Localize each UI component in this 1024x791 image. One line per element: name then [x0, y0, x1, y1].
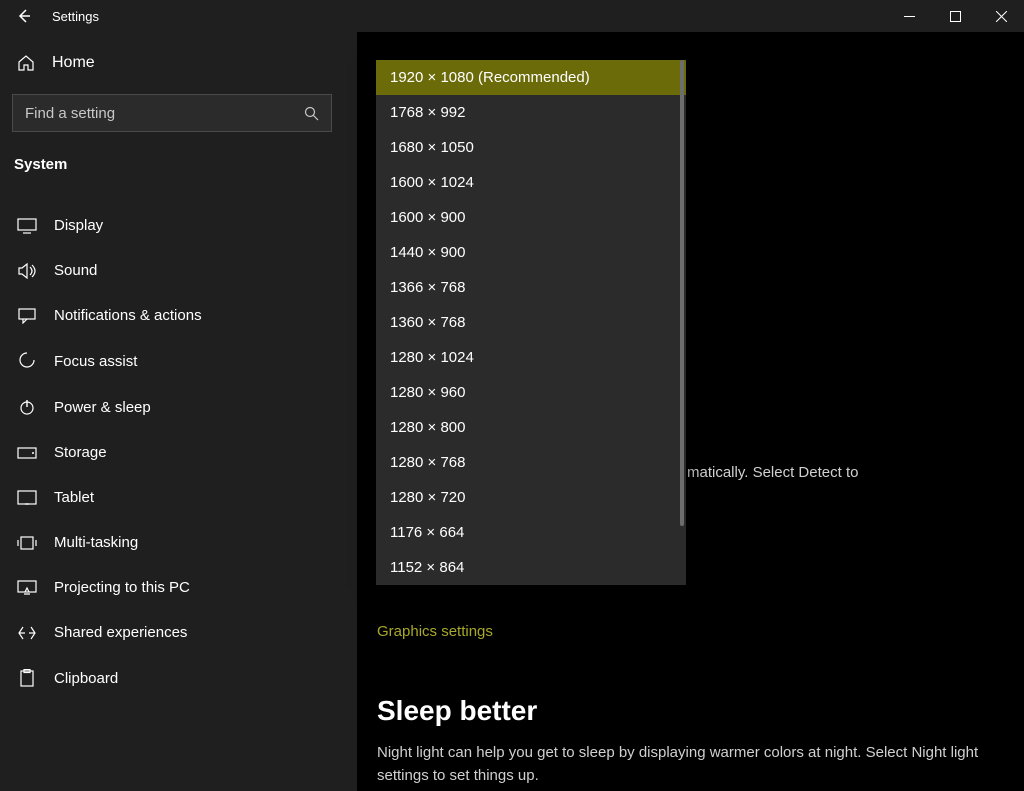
- resolution-option[interactable]: 1176 × 664: [376, 515, 686, 550]
- resolution-option[interactable]: 1366 × 768: [376, 270, 686, 305]
- sidebar-item-tablet[interactable]: Tablet: [12, 475, 357, 520]
- back-button[interactable]: [0, 8, 48, 24]
- sidebar-item-projecting[interactable]: Projecting to this PC: [12, 565, 357, 610]
- sidebar-item-multitasking[interactable]: Multi-tasking: [12, 520, 357, 565]
- resolution-option[interactable]: 1280 × 768: [376, 445, 686, 480]
- sidebar-item-sound[interactable]: Sound: [12, 248, 357, 293]
- home-icon: [16, 54, 36, 72]
- resolution-option[interactable]: 1280 × 960: [376, 375, 686, 410]
- window-title: Settings: [48, 9, 99, 24]
- resolution-option[interactable]: 1920 × 1080 (Recommended): [376, 60, 686, 95]
- resolution-option[interactable]: 1360 × 768: [376, 305, 686, 340]
- resolution-dropdown[interactable]: 1920 × 1080 (Recommended) 1768 × 992 168…: [376, 60, 686, 585]
- projecting-icon: [16, 580, 38, 596]
- sidebar-item-label: Display: [54, 217, 103, 234]
- power-icon: [16, 398, 38, 416]
- sidebar-item-label: Clipboard: [54, 670, 118, 687]
- sidebar: Home Find a setting System Display Sound…: [0, 32, 357, 791]
- sidebar-item-label: Multi-tasking: [54, 534, 138, 551]
- clipboard-icon: [16, 669, 38, 687]
- sidebar-item-clipboard[interactable]: Clipboard: [12, 655, 357, 701]
- display-icon: [16, 218, 38, 234]
- titlebar: Settings: [0, 0, 1024, 32]
- search-input[interactable]: Find a setting: [12, 94, 332, 132]
- notifications-icon: [16, 308, 38, 324]
- sidebar-item-power[interactable]: Power & sleep: [12, 384, 357, 430]
- resolution-option[interactable]: 1280 × 1024: [376, 340, 686, 375]
- maximize-button[interactable]: [932, 0, 978, 32]
- search-placeholder: Find a setting: [25, 105, 115, 122]
- sidebar-item-label: Storage: [54, 444, 107, 461]
- minimize-icon: [904, 11, 915, 22]
- sidebar-item-label: Tablet: [54, 489, 94, 506]
- storage-icon: [16, 447, 38, 459]
- sidebar-item-display[interactable]: Display: [12, 203, 357, 248]
- minimize-button[interactable]: [886, 0, 932, 32]
- shared-icon: [16, 625, 38, 641]
- sidebar-item-label: Power & sleep: [54, 399, 151, 416]
- resolution-option[interactable]: 1600 × 900: [376, 200, 686, 235]
- window-controls: [886, 0, 1024, 32]
- tablet-icon: [16, 490, 38, 506]
- sound-icon: [16, 263, 38, 279]
- detect-text-tail: matically. Select Detect to: [687, 462, 858, 485]
- sidebar-item-label: Focus assist: [54, 353, 137, 370]
- multitasking-icon: [16, 536, 38, 550]
- sidebar-item-label: Sound: [54, 262, 97, 279]
- resolution-option[interactable]: 1680 × 1050: [376, 130, 686, 165]
- sleep-better-body: Night light can help you get to sleep by…: [377, 741, 1004, 788]
- home-label: Home: [52, 54, 95, 72]
- close-icon: [996, 11, 1007, 22]
- graphics-settings-link[interactable]: Graphics settings: [377, 623, 493, 640]
- search-icon: [304, 106, 319, 121]
- resolution-option[interactable]: 1768 × 992: [376, 95, 686, 130]
- sleep-better-title: Sleep better: [377, 695, 1004, 727]
- sidebar-item-storage[interactable]: Storage: [12, 430, 357, 475]
- sidebar-category: System: [12, 156, 357, 173]
- resolution-option[interactable]: 1440 × 900: [376, 235, 686, 270]
- maximize-icon: [950, 11, 961, 22]
- resolution-option[interactable]: 1280 × 720: [376, 480, 686, 515]
- resolution-option[interactable]: 1280 × 800: [376, 410, 686, 445]
- close-button[interactable]: [978, 0, 1024, 32]
- sidebar-item-label: Notifications & actions: [54, 307, 202, 324]
- sidebar-item-label: Projecting to this PC: [54, 579, 190, 596]
- sidebar-item-notifications[interactable]: Notifications & actions: [12, 293, 357, 338]
- resolution-option[interactable]: 1152 × 864: [376, 550, 686, 585]
- arrow-left-icon: [16, 8, 32, 24]
- resolution-option[interactable]: 1600 × 1024: [376, 165, 686, 200]
- sidebar-item-focus-assist[interactable]: Focus assist: [12, 338, 357, 384]
- dropdown-scrollbar[interactable]: [680, 60, 684, 526]
- sidebar-item-label: Shared experiences: [54, 624, 187, 641]
- sidebar-item-shared[interactable]: Shared experiences: [12, 610, 357, 655]
- home-nav[interactable]: Home: [12, 42, 357, 94]
- focus-assist-icon: [16, 352, 38, 370]
